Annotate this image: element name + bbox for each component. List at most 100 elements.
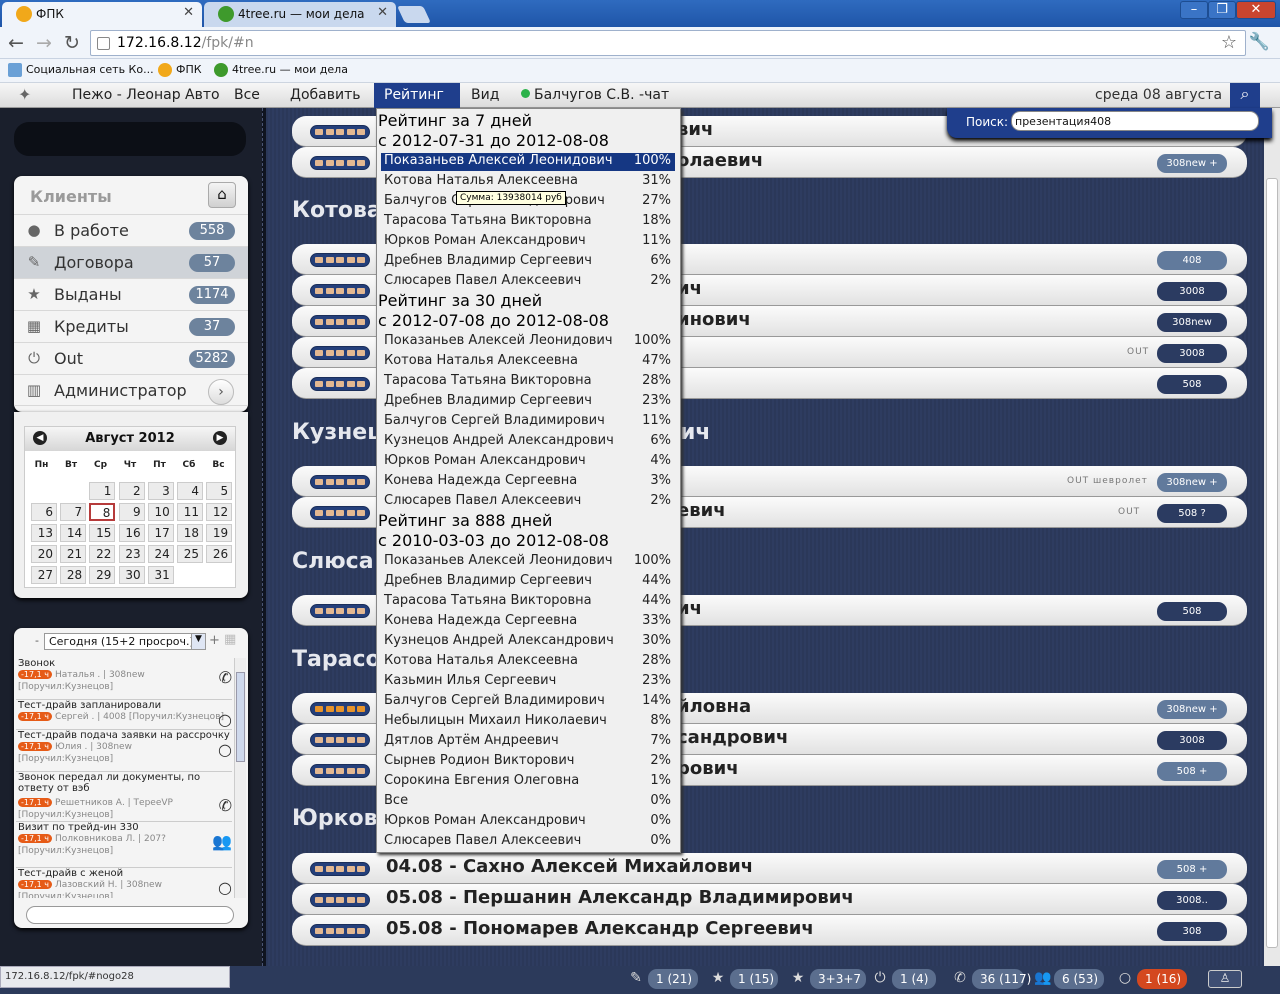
car-model-badge[interactable]: 408 [1157,251,1227,270]
new-tab-button[interactable] [397,6,431,23]
back-icon[interactable]: ← [8,32,24,54]
calendar-day[interactable]: 27 [31,566,57,584]
client-card[interactable]: 05.08 - Пономарев Александр Сергеевич 308 [292,915,1247,946]
menu-all[interactable]: Все [234,87,260,103]
calendar-day[interactable]: 8 [89,503,116,521]
clients-item-credits[interactable]: ▦ Кредиты 37 [14,310,248,342]
circle-icon[interactable]: ○ [218,878,232,897]
rating-row[interactable]: Юрков Роман Александрович 4% [379,451,679,471]
rating-row[interactable]: Сорокина Евгения Олеговна 1% [379,771,679,791]
rating-row[interactable]: Дребнев Владимир Сергеевич 23% [379,391,679,411]
car-model-badge[interactable]: 3008 [1157,282,1227,301]
close-icon[interactable]: ✕ [183,5,194,20]
task-item[interactable]: Тест-драйв подача заявки на рассрочку -17… [16,730,232,772]
bookmark-4tree[interactable]: 4tree.ru — мои дела [214,63,348,77]
car-model-badge[interactable]: 508 + [1157,762,1227,781]
rating-row[interactable]: Кузнецов Андрей Александрович 6% [379,431,679,451]
prev-month-icon[interactable]: ◀ [33,431,47,445]
browser-tab-fpk[interactable]: ФПК ✕ [2,2,202,27]
calendar-day[interactable]: 21 [60,545,87,563]
calendar-day[interactable]: 13 [31,524,57,542]
clients-item-issued[interactable]: ★ Выданы 1174 [14,278,248,310]
address-bar[interactable]: 172.16.8.12/fpk/#n ☆ [90,30,1246,56]
minimize-button[interactable]: – [1180,1,1208,19]
browser-tab-4tree[interactable]: 4tree.ru — мои дела ✕ [204,2,396,27]
car-model-badge[interactable]: 3008 [1157,344,1227,363]
search-icon[interactable]: ⌕ [1230,83,1260,108]
calendar-day[interactable]: 30 [118,566,145,584]
rating-stars[interactable] [310,475,370,489]
rating-row[interactable]: Балчугов Сергей Владимирович 14% [379,691,679,711]
chevron-right-icon[interactable]: › [208,379,234,405]
calendar-day[interactable]: 3 [147,482,174,500]
menu-add[interactable]: Добавить [290,87,360,103]
close-icon[interactable]: ✕ [377,5,388,20]
calendar-day[interactable]: 19 [206,524,233,542]
rating-row[interactable]: Небылицын Михаил Николаевич 8% [379,711,679,731]
car-model-badge[interactable]: 508 + [1157,860,1227,879]
phone-icon[interactable]: ✆ [219,796,232,815]
task-item[interactable]: Визит по трейд-ин 330 -17,1 ч Полковникова… [16,822,232,868]
rating-stars[interactable] [310,506,370,520]
rating-row[interactable]: Тарасова Татьяна Викторовна 18% [379,211,679,231]
window-close-button[interactable]: ✕ [1236,1,1276,19]
home-icon[interactable]: ⌂ [208,182,236,208]
calendar-day[interactable]: 2 [118,482,145,500]
rating-row[interactable]: Все 0% [379,791,679,811]
client-card[interactable]: 05.08 - Першанин Александр Владимирович 3… [292,884,1247,915]
car-model-badge[interactable]: 308 [1157,922,1227,941]
rating-row[interactable]: Юрков Роман Александрович 11% [379,231,679,251]
calendar-day[interactable]: 23 [118,545,145,563]
scrollbar-thumb[interactable] [236,672,245,762]
brand-title[interactable]: Пежо - Леонар Авто [72,87,220,103]
rating-row[interactable]: Конева Надежда Сергеевна 3% [379,471,679,491]
calendar-day[interactable]: 9 [118,503,145,521]
calendar-day[interactable]: 26 [206,545,233,563]
rating-stars[interactable] [310,764,370,778]
add-task-icon[interactable]: + [209,633,220,648]
forward-icon[interactable]: → [36,32,52,54]
rating-row[interactable]: Кузнецов Андрей Александрович 30% [379,631,679,651]
task-input[interactable] [26,906,234,924]
car-model-badge[interactable]: 3008.. [1157,891,1227,910]
circle-icon[interactable]: ○ [218,710,232,729]
car-model-badge[interactable]: 508 ? [1157,504,1227,523]
calendar-day[interactable]: 22 [89,545,116,563]
rating-stars[interactable] [310,125,370,139]
car-model-badge[interactable]: 308new + [1157,700,1227,719]
calendar-day[interactable]: 29 [89,566,116,584]
calendar-day[interactable]: 11 [177,503,203,521]
circle-icon[interactable]: ○ [218,740,232,759]
car-model-badge[interactable]: 308new [1157,313,1227,332]
app-logo-icon[interactable]: ✦ [18,85,31,104]
menu-view[interactable]: Вид [471,87,499,103]
rating-row[interactable]: Показаньев Алексей Леонидович 100% [379,331,679,351]
calendar-day[interactable]: 6 [31,503,57,521]
people-icon[interactable]: 👥 [212,832,232,851]
rating-row[interactable]: Тарасова Татьяна Викторовна 28% [379,371,679,391]
rating-row[interactable]: Конева Надежда Сергеевна 33% [379,611,679,631]
clients-item-admin[interactable]: ▥ Администратор › [14,374,248,406]
calendar-day[interactable]: 25 [177,545,203,563]
task-item[interactable]: Тест-драйв с женой -17,1 ч Лазовский Н. | … [16,868,232,898]
rating-row[interactable]: Балчугов Сергей Владимирович 11% [379,411,679,431]
rating-row[interactable]: Показаньев Алексей Леонидович 100% [379,151,679,171]
calendar-day[interactable]: 1 [89,482,116,500]
calendar-day[interactable]: 18 [177,524,203,542]
rating-stars[interactable] [310,156,370,170]
calendar-day[interactable]: 4 [177,482,203,500]
wrench-icon[interactable]: 🔧 [1249,32,1270,52]
calendar-icon[interactable]: ▦ [224,632,236,647]
rating-row[interactable]: Котова Наталья Алексеевна 31% [379,171,679,191]
rating-stars[interactable] [310,733,370,747]
clients-item-in-work[interactable]: ● В работе 558 [14,214,248,246]
rating-stars[interactable] [310,893,370,907]
rating-row[interactable]: Дребнев Владимир Сергеевич 44% [379,571,679,591]
calendar-day[interactable]: 31 [147,566,174,584]
phone-icon[interactable]: ✆ [219,668,232,687]
rating-stars[interactable] [310,346,370,360]
rating-stars[interactable] [310,702,370,716]
calendar-day[interactable]: 20 [31,545,57,563]
calendar-day[interactable]: 17 [147,524,174,542]
calendar-day[interactable]: 10 [147,503,174,521]
